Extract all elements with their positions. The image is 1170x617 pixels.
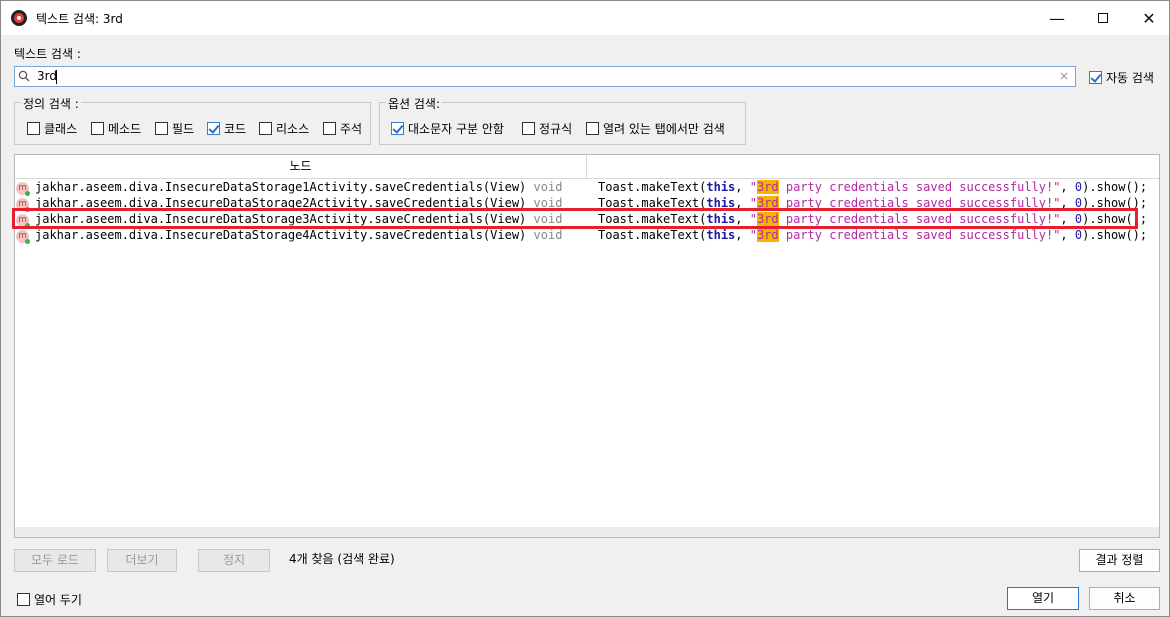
keep-open-label: 열어 두기 [34,593,82,607]
checkbox-label: 열려 있는 탭에서만 검색 [603,122,725,136]
method-icon: m [16,182,30,196]
method-icon: m [16,230,30,244]
status-text: 4개 찾음 (검색 완료) [289,552,395,566]
minimize-button[interactable]: — [1034,1,1080,35]
search-label: 텍스트 검색 : [14,47,81,61]
checkbox-ignore-case[interactable]: 대소문자 구분 안함 [391,120,504,137]
code-keyword: this [706,180,736,194]
load-all-button[interactable]: 모두 로드 [14,549,96,572]
code-string: party credentials saved successfully!" [778,180,1061,194]
table-row[interactable]: m jakhar.aseem.diva.InsecureDataStorage1… [15,180,1159,196]
code-text: Toast.makeText( [598,228,707,242]
checkbox-field[interactable]: 필드 [155,120,194,137]
jadx-app-icon [11,10,27,26]
checkbox-label: 정규식 [539,122,573,136]
maximize-icon [1098,13,1108,23]
checkbox-box [323,122,336,135]
maximize-button[interactable] [1080,1,1126,35]
search-icon [18,70,30,82]
code-string: " [749,180,757,194]
auto-search-label: 자동 검색 [1106,71,1154,85]
code-text: ).show(); [1082,228,1148,242]
checkbox-label: 대소문자 구분 안함 [408,122,504,136]
text-caret [56,70,57,84]
checkbox-label: 주석 [340,122,363,136]
horizontal-scrollbar[interactable] [15,527,1159,537]
auto-search-checkbox[interactable]: 자동 검색 [1089,69,1154,86]
checkbox-class[interactable]: 클래스 [27,120,77,137]
code-text: , [735,228,750,242]
checkbox-label: 코드 [224,122,247,136]
code-text: Toast.makeText( [598,180,707,194]
checkbox-regex[interactable]: 정규식 [522,120,572,137]
definition-search-title: 정의 검색 : [21,95,81,112]
checkbox-method[interactable]: 메소드 [91,120,141,137]
window-title: 텍스트 검색: 3rd [36,12,123,26]
code-keyword: this [706,228,736,242]
checkbox-label: 메소드 [108,122,142,136]
match-highlight: 3rd [756,228,779,242]
match-highlight: 3rd [756,180,779,194]
node-cell: jakhar.aseem.diva.InsecureDataStorage4Ac… [35,228,562,242]
node-name: jakhar.aseem.diva.InsecureDataStorage1Ac… [35,180,527,194]
checkbox-box [27,122,40,135]
code-text: , [735,180,750,194]
code-cell: Toast.makeText(this, "3rd party credenti… [598,180,1147,194]
checkbox-label: 클래스 [44,122,78,136]
cancel-button[interactable]: 취소 [1089,587,1160,610]
checkbox-label: 리소스 [276,122,310,136]
checkbox-label: 필드 [172,122,195,136]
checkbox-resource[interactable]: 리소스 [259,120,309,137]
checkbox-box [586,122,599,135]
return-type: void [533,228,563,242]
code-text: ).show(); [1082,180,1148,194]
title-bar: 텍스트 검색: 3rd — ✕ [1,1,1169,35]
code-text: , [1060,228,1075,242]
table-header: 노드 [15,155,1159,179]
close-button[interactable]: ✕ [1126,1,1170,35]
node-name: jakhar.aseem.diva.InsecureDataStorage4Ac… [35,228,527,242]
code-string: party credentials saved successfully!" [778,228,1061,242]
checkbox-open-tabs-only[interactable]: 열려 있는 탭에서만 검색 [586,120,725,137]
more-button[interactable]: 더보기 [107,549,177,572]
search-input[interactable]: 3rd × [14,66,1076,87]
clear-icon[interactable]: × [1059,69,1069,83]
column-header-node[interactable]: 노드 [15,155,587,178]
return-type: void [533,180,563,194]
code-string: " [749,228,757,242]
keep-open-checkbox[interactable]: 열어 두기 [17,591,82,608]
checkbox-box [207,122,220,135]
option-search-title: 옵션 검색: [386,95,443,112]
code-cell: Toast.makeText(this, "3rd party credenti… [598,228,1147,242]
checkbox-box [391,122,404,135]
node-cell: jakhar.aseem.diva.InsecureDataStorage1Ac… [35,180,562,194]
sort-results-button[interactable]: 결과 정렬 [1079,549,1160,572]
checkbox-box [17,593,30,606]
open-button[interactable]: 열기 [1007,587,1079,610]
checkbox-box [155,122,168,135]
search-value: 3rd [37,69,57,83]
checkbox-box [259,122,272,135]
checkbox-code[interactable]: 코드 [207,120,246,137]
search-dialog: 텍스트 검색: 3rd — ✕ 텍스트 검색 : 3rd × 자동 검색 정의 … [0,0,1170,617]
code-text: , [1060,180,1075,194]
table-row[interactable]: m jakhar.aseem.diva.InsecureDataStorage4… [15,228,1159,244]
selected-row-outline [12,208,1138,229]
checkbox-box [1089,71,1102,84]
checkbox-comment[interactable]: 주석 [323,120,362,137]
stop-button[interactable]: 정지 [198,549,270,572]
checkbox-box [91,122,104,135]
checkbox-box [522,122,535,135]
